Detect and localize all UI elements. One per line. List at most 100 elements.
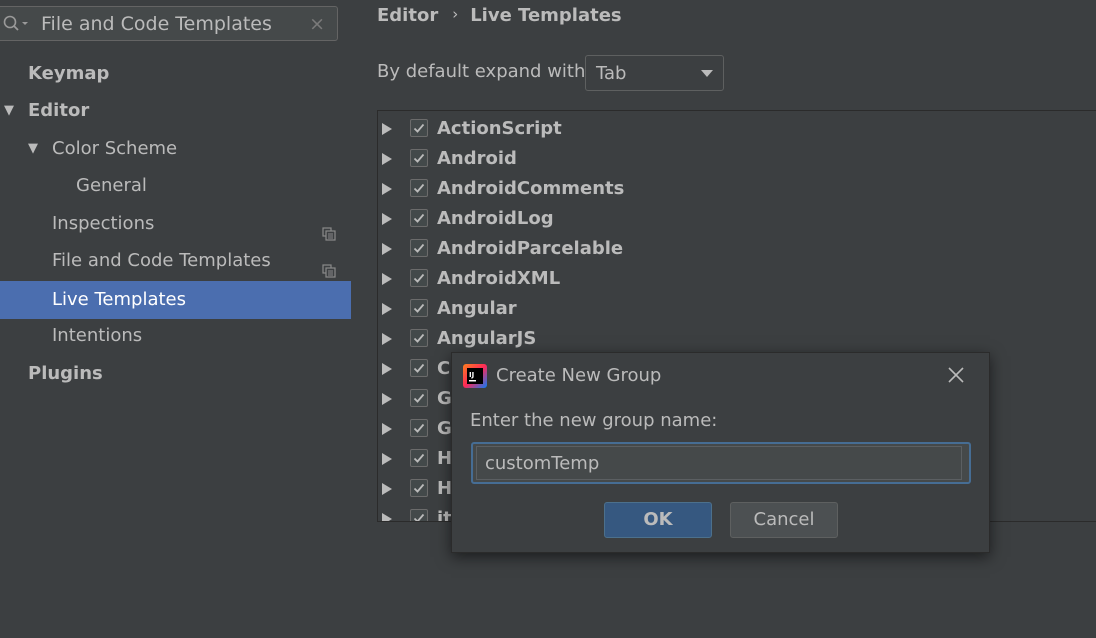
checkmark-icon xyxy=(413,423,425,433)
sidebar-item-label: Intentions xyxy=(52,325,143,346)
expand-with-label: By default expand with xyxy=(377,61,586,82)
checkmark-icon xyxy=(413,513,425,521)
template-group-name: Android xyxy=(437,148,517,169)
template-group-row[interactable]: AndroidParcelable xyxy=(378,234,1096,264)
sidebar-item-label: Live Templates xyxy=(52,289,186,310)
dialog-title: Create New Group xyxy=(496,365,662,386)
triangle-right-icon[interactable] xyxy=(382,453,392,465)
triangle-right-icon[interactable] xyxy=(382,423,392,435)
sidebar-item-inspections[interactable]: Inspections xyxy=(0,205,351,243)
template-group-checkbox[interactable] xyxy=(410,509,428,521)
group-name-input[interactable] xyxy=(476,446,962,480)
checkmark-icon xyxy=(413,273,425,283)
triangle-down-icon[interactable]: ▼ xyxy=(28,130,38,168)
checkmark-icon xyxy=(413,363,425,373)
settings-sidebar: × Keymap ▼ Editor ▼ Color Scheme General… xyxy=(0,0,351,638)
sidebar-item-label: General xyxy=(76,175,147,196)
chevron-right-icon: › xyxy=(452,5,459,23)
template-group-row[interactable]: AngularJS xyxy=(378,324,1096,354)
settings-search-input[interactable] xyxy=(41,10,301,37)
sidebar-item-label: Color Scheme xyxy=(52,138,178,159)
breadcrumb: Editor › Live Templates xyxy=(377,5,622,26)
template-group-name: G xyxy=(437,388,452,409)
sidebar-item-label: Inspections xyxy=(52,213,155,234)
checkmark-icon xyxy=(413,153,425,163)
template-group-checkbox[interactable] xyxy=(410,179,428,197)
sidebar-item-color-scheme[interactable]: ▼ Color Scheme xyxy=(0,130,351,168)
template-group-checkbox[interactable] xyxy=(410,479,428,497)
ok-button[interactable]: OK xyxy=(604,502,712,538)
template-group-checkbox[interactable] xyxy=(410,359,428,377)
template-group-checkbox[interactable] xyxy=(410,239,428,257)
template-group-checkbox[interactable] xyxy=(410,299,428,317)
sidebar-item-general[interactable]: General xyxy=(0,167,351,205)
checkmark-icon xyxy=(413,453,425,463)
sidebar-item-editor[interactable]: ▼ Editor xyxy=(0,92,351,130)
template-group-checkbox[interactable] xyxy=(410,389,428,407)
triangle-right-icon[interactable] xyxy=(382,213,392,225)
template-group-checkbox[interactable] xyxy=(410,269,428,287)
group-name-field[interactable] xyxy=(471,442,971,484)
template-group-checkbox[interactable] xyxy=(410,419,428,437)
triangle-right-icon[interactable] xyxy=(382,513,392,521)
template-group-row[interactable]: Android xyxy=(378,144,1096,174)
template-group-name: AndroidLog xyxy=(437,208,554,229)
checkmark-icon xyxy=(413,303,425,313)
checkmark-icon xyxy=(413,393,425,403)
template-group-name: AndroidParcelable xyxy=(437,238,624,259)
template-group-name: AndroidXML xyxy=(437,268,561,289)
triangle-right-icon[interactable] xyxy=(382,483,392,495)
logo-text: IJ xyxy=(469,371,474,379)
sidebar-item-intentions[interactable]: Intentions xyxy=(0,317,351,355)
sidebar-item-file-and-code-templates[interactable]: File and Code Templates xyxy=(0,242,351,280)
breadcrumb-current: Live Templates xyxy=(470,5,622,26)
group-name-label: Enter the new group name: xyxy=(470,410,718,431)
checkmark-icon xyxy=(413,123,425,133)
triangle-right-icon[interactable] xyxy=(382,243,392,255)
close-icon[interactable] xyxy=(946,365,966,389)
expand-with-dropdown[interactable]: Tab xyxy=(585,55,724,91)
triangle-right-icon[interactable] xyxy=(382,333,392,345)
expand-with-selected: Tab xyxy=(596,63,627,84)
checkmark-icon xyxy=(413,243,425,253)
triangle-right-icon[interactable] xyxy=(382,273,392,285)
template-group-checkbox[interactable] xyxy=(410,149,428,167)
template-group-name: ActionScript xyxy=(437,118,562,139)
close-icon[interactable]: × xyxy=(309,12,325,36)
template-group-name: H xyxy=(437,478,453,499)
template-group-checkbox[interactable] xyxy=(410,119,428,137)
template-group-name: G xyxy=(437,418,452,439)
triangle-right-icon[interactable] xyxy=(382,393,392,405)
sidebar-item-keymap[interactable]: Keymap xyxy=(0,55,351,93)
cancel-button[interactable]: Cancel xyxy=(730,502,838,538)
template-group-name: Angular xyxy=(437,298,517,319)
settings-search-box[interactable]: × xyxy=(0,6,338,41)
search-icon[interactable] xyxy=(3,15,29,37)
chevron-down-icon xyxy=(701,70,713,77)
intellij-logo-icon: IJ xyxy=(463,364,487,392)
template-group-name: C xyxy=(437,358,451,379)
template-group-row[interactable]: Angular xyxy=(378,294,1096,324)
template-group-name: it xyxy=(437,508,452,522)
triangle-right-icon[interactable] xyxy=(382,303,392,315)
template-group-name: AndroidComments xyxy=(437,178,625,199)
triangle-right-icon[interactable] xyxy=(382,123,392,135)
template-group-checkbox[interactable] xyxy=(410,209,428,227)
template-group-row[interactable]: ActionScript xyxy=(378,114,1096,144)
checkmark-icon xyxy=(413,183,425,193)
checkmark-icon xyxy=(413,213,425,223)
sidebar-item-live-templates[interactable]: Live Templates xyxy=(0,281,351,319)
template-group-name: H xyxy=(437,448,453,469)
triangle-right-icon[interactable] xyxy=(382,153,392,165)
template-group-row[interactable]: AndroidComments xyxy=(378,174,1096,204)
triangle-right-icon[interactable] xyxy=(382,363,392,375)
triangle-right-icon[interactable] xyxy=(382,183,392,195)
triangle-down-icon[interactable]: ▼ xyxy=(4,92,14,130)
checkmark-icon xyxy=(413,333,425,343)
template-group-row[interactable]: AndroidLog xyxy=(378,204,1096,234)
sidebar-item-plugins[interactable]: Plugins xyxy=(0,355,351,393)
breadcrumb-parent[interactable]: Editor xyxy=(377,5,438,26)
template-group-checkbox[interactable] xyxy=(410,329,428,347)
template-group-row[interactable]: AndroidXML xyxy=(378,264,1096,294)
template-group-checkbox[interactable] xyxy=(410,449,428,467)
